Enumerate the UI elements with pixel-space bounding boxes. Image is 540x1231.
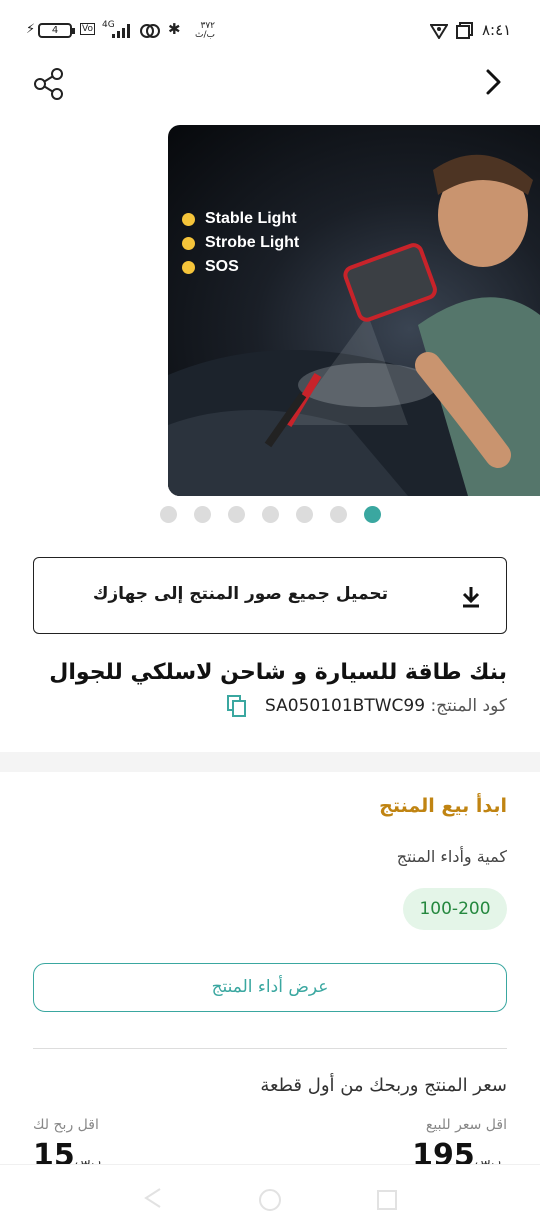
clock: ٨:٤١ bbox=[482, 21, 512, 39]
bluetooth-icon: ✱ bbox=[168, 20, 181, 38]
volte-icon: Vo bbox=[80, 23, 95, 35]
product-title: بنك طاقة للسيارة و شاحن لاسلكي للجوال bbox=[49, 660, 507, 685]
product-code-value: SA050101BTWC99 bbox=[265, 696, 426, 716]
product-image[interactable]: Stable Light Strobe Light SOS bbox=[168, 125, 540, 496]
pagination-dot[interactable] bbox=[364, 506, 381, 523]
pagination-dot[interactable] bbox=[296, 506, 313, 523]
bulb-icon bbox=[182, 236, 195, 250]
signal-icon bbox=[112, 24, 130, 38]
product-code-label: كود المنتج: bbox=[430, 696, 507, 716]
product-photo-illustration bbox=[168, 154, 540, 496]
battery-level: 4 bbox=[51, 25, 59, 36]
pagination-dot[interactable] bbox=[228, 506, 245, 523]
pagination-dot[interactable] bbox=[262, 506, 279, 523]
light-mode-legend: Stable Light Strobe Light SOS bbox=[182, 210, 299, 276]
nav-back-icon[interactable] bbox=[142, 1187, 164, 1209]
pagination-dot[interactable] bbox=[194, 506, 211, 523]
legend-item: Stable Light bbox=[182, 210, 299, 228]
legend-item: Strobe Light bbox=[182, 234, 299, 252]
top-bar bbox=[0, 55, 540, 110]
nav-home-icon[interactable] bbox=[257, 1187, 283, 1213]
quantity-label: كمية وأداء المنتج bbox=[396, 847, 507, 866]
chevron-right-icon[interactable] bbox=[482, 67, 506, 97]
start-selling-title: ابدأ بيع المنتج bbox=[379, 795, 507, 817]
pricing-title: سعر المنتج وربحك من أول قطعة bbox=[260, 1075, 507, 1096]
battery-indicator: 4 bbox=[38, 23, 75, 38]
share-icon[interactable] bbox=[32, 67, 66, 101]
data-rate: ٣٧٢ ب/ث bbox=[195, 21, 215, 40]
charging-icon: ⚡ bbox=[26, 22, 36, 37]
link-icon bbox=[140, 24, 160, 38]
pagination-dot[interactable] bbox=[330, 506, 347, 523]
view-performance-button[interactable]: عرض أداء المنتج bbox=[33, 963, 507, 1012]
status-bar: ⚡ 4 Vo 4G ✱ ٣٧٢ ب/ث ٨:٤١ bbox=[0, 0, 540, 62]
download-icon bbox=[462, 587, 480, 608]
bulb-icon bbox=[182, 212, 195, 226]
section-divider bbox=[0, 752, 540, 772]
download-label: تحميل جميع صور المنتج إلى جهازك bbox=[92, 584, 388, 604]
product-code-row: كود المنتج: SA050101BTWC99 bbox=[226, 694, 507, 718]
legend-label: SOS bbox=[205, 258, 239, 275]
vpn-shield-icon bbox=[430, 24, 448, 39]
legend-item: SOS bbox=[182, 258, 299, 276]
bulb-icon bbox=[182, 260, 195, 274]
min-profit-label: اقل ربح لك bbox=[33, 1117, 99, 1133]
screenshot-icon bbox=[456, 22, 473, 39]
quantity-range-chip[interactable]: 100-200 bbox=[403, 888, 507, 930]
divider bbox=[33, 1048, 507, 1049]
copy-icon[interactable] bbox=[226, 694, 248, 718]
download-all-images-button[interactable]: تحميل جميع صور المنتج إلى جهازك bbox=[33, 557, 507, 634]
min-sell-price-label: اقل سعر للبيع bbox=[425, 1117, 507, 1133]
system-nav-bar bbox=[0, 1164, 540, 1231]
pagination-dot[interactable] bbox=[160, 506, 177, 523]
legend-label: Strobe Light bbox=[205, 234, 300, 251]
image-pagination bbox=[160, 506, 382, 526]
legend-label: Stable Light bbox=[205, 210, 297, 227]
nav-recents-icon[interactable] bbox=[376, 1189, 398, 1211]
